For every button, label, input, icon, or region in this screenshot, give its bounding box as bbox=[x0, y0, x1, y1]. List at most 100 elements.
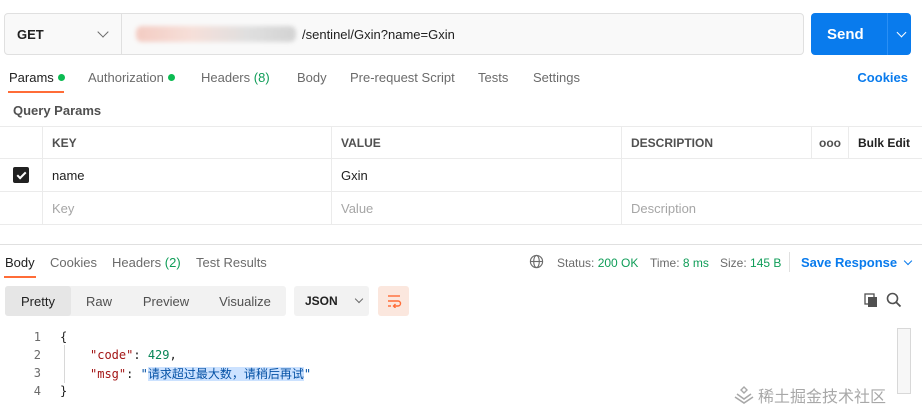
table-row: name Gxin bbox=[0, 159, 922, 192]
tab-headers[interactable]: Headers (8) bbox=[201, 70, 270, 85]
line-number: 4 bbox=[33, 384, 41, 398]
table-header-row: KEY VALUE DESCRIPTION ooo Bulk Edit bbox=[0, 126, 922, 159]
save-response-button[interactable]: Save Response bbox=[801, 255, 913, 270]
response-divider bbox=[0, 244, 922, 245]
new-value-input[interactable]: Value bbox=[331, 192, 621, 224]
indent-guide bbox=[64, 345, 65, 383]
search-icon[interactable] bbox=[886, 292, 902, 308]
code-line: 3 "msg": "请求超过最大数，请稍后再试" bbox=[0, 364, 900, 382]
empty-checkbox-cell bbox=[0, 192, 42, 224]
save-response-label: Save Response bbox=[801, 255, 898, 270]
more-options-icon[interactable]: ooo bbox=[811, 127, 848, 158]
format-label: JSON bbox=[305, 294, 338, 308]
view-raw-button[interactable]: Raw bbox=[71, 286, 127, 316]
redacted-host bbox=[136, 26, 296, 42]
status-label: Status: bbox=[557, 256, 595, 270]
query-params-title: Query Params bbox=[13, 103, 102, 118]
param-key-input[interactable]: name bbox=[42, 159, 331, 191]
json-punct: , bbox=[169, 348, 177, 362]
request-tabs: Params Authorization Headers (8) Body Pr… bbox=[0, 64, 922, 94]
status-divider bbox=[789, 252, 790, 272]
method-label: GET bbox=[17, 26, 44, 42]
selected-text: 请求超过最大数，请稍后再试 bbox=[147, 366, 304, 381]
time-label: Time: bbox=[650, 256, 680, 270]
checkmark-icon bbox=[16, 169, 26, 179]
response-tab-body[interactable]: Body bbox=[5, 255, 35, 270]
tab-tests[interactable]: Tests bbox=[478, 70, 508, 85]
tab-label: Params bbox=[9, 70, 54, 85]
status-dot-icon bbox=[57, 74, 65, 81]
code-line: 2 "code": 429, bbox=[0, 346, 900, 364]
view-pretty-button[interactable]: Pretty bbox=[5, 286, 71, 316]
status-dot-icon bbox=[167, 74, 175, 81]
param-description-input[interactable] bbox=[621, 159, 811, 191]
request-bar: GET /sentinel/Gxin?name=Gxin bbox=[4, 13, 804, 55]
code-text: "code": 429, bbox=[90, 348, 177, 362]
active-tab-indicator bbox=[8, 91, 64, 93]
globe-icon[interactable] bbox=[529, 254, 544, 269]
tab-params[interactable]: Params bbox=[9, 70, 65, 85]
line-number: 1 bbox=[33, 330, 41, 344]
active-response-tab-indicator bbox=[4, 276, 36, 278]
watermark-text: 稀土掘金技术社区 bbox=[758, 389, 887, 406]
checkbox-checked-icon[interactable] bbox=[13, 167, 29, 183]
status-indicator[interactable]: Status: 200 OK bbox=[557, 256, 638, 270]
tab-label: Authorization bbox=[88, 70, 164, 85]
tab-count: (8) bbox=[253, 70, 270, 85]
header-value: VALUE bbox=[331, 127, 621, 158]
send-options-chevron-icon[interactable] bbox=[896, 27, 907, 37]
view-mode-toggle: Pretty Raw Preview Visualize bbox=[5, 286, 286, 316]
line-number: 3 bbox=[33, 366, 41, 380]
send-divider bbox=[887, 13, 888, 55]
param-value-input[interactable]: Gxin bbox=[331, 159, 621, 191]
line-number: 2 bbox=[33, 348, 41, 362]
cookies-link[interactable]: Cookies bbox=[857, 70, 908, 85]
new-key-input[interactable]: Key bbox=[42, 192, 331, 224]
url-text: /sentinel/Gxin?name=Gxin bbox=[302, 26, 455, 42]
format-select[interactable]: JSON bbox=[294, 286, 369, 316]
tab-authorization[interactable]: Authorization bbox=[88, 70, 175, 85]
size-value: 145 B bbox=[750, 256, 782, 270]
header-key: KEY bbox=[42, 127, 331, 158]
status-value: 200 OK bbox=[597, 256, 639, 270]
quote: " bbox=[140, 366, 148, 381]
wrap-lines-icon bbox=[387, 295, 401, 308]
chevron-down-icon bbox=[354, 294, 363, 304]
table-row-empty: Key Value Description bbox=[0, 192, 922, 225]
scrollbar[interactable] bbox=[897, 328, 911, 394]
chevron-down-icon bbox=[97, 26, 109, 38]
bulk-edit-button[interactable]: Bulk Edit bbox=[848, 127, 922, 158]
header-description: DESCRIPTION bbox=[621, 127, 811, 158]
copy-icon[interactable] bbox=[863, 292, 879, 308]
tab-label: Headers bbox=[201, 70, 251, 85]
tab-body[interactable]: Body bbox=[297, 70, 327, 85]
code-text: "msg": "请求超过最大数，请稍后再试" bbox=[90, 366, 312, 381]
method-select[interactable]: GET bbox=[5, 14, 122, 54]
chevron-down-icon bbox=[903, 256, 913, 266]
response-tab-headers[interactable]: Headers (2) bbox=[112, 255, 181, 270]
tab-settings[interactable]: Settings bbox=[533, 70, 580, 85]
view-visualize-button[interactable]: Visualize bbox=[207, 286, 283, 316]
json-string: "请求超过最大数，请稍后再试" bbox=[140, 366, 311, 381]
row-checkbox[interactable] bbox=[0, 159, 42, 191]
send-button[interactable]: Send bbox=[811, 13, 911, 55]
watermark: 稀土掘金技术社区 bbox=[734, 383, 886, 407]
code-text: { bbox=[60, 330, 68, 344]
send-label: Send bbox=[827, 25, 864, 43]
tab-count: (2) bbox=[164, 255, 181, 270]
json-key: "code" bbox=[90, 348, 134, 362]
tab-label: Headers bbox=[112, 255, 162, 270]
response-tab-cookies[interactable]: Cookies bbox=[50, 255, 97, 270]
view-preview-button[interactable]: Preview bbox=[130, 286, 202, 316]
wrap-lines-button[interactable] bbox=[378, 286, 409, 316]
new-description-input[interactable]: Description bbox=[621, 192, 811, 224]
code-text: } bbox=[60, 384, 68, 398]
time-indicator[interactable]: Time: 8 ms bbox=[650, 256, 709, 270]
tab-pre-request-script[interactable]: Pre-request Script bbox=[350, 70, 455, 85]
size-label: Size: bbox=[720, 256, 747, 270]
json-number: 429 bbox=[147, 348, 170, 362]
url-input[interactable]: /sentinel/Gxin?name=Gxin bbox=[122, 14, 803, 54]
size-indicator[interactable]: Size: 145 B bbox=[720, 256, 781, 270]
response-tab-test-results[interactable]: Test Results bbox=[196, 255, 267, 270]
code-line: 1 { bbox=[0, 328, 900, 346]
